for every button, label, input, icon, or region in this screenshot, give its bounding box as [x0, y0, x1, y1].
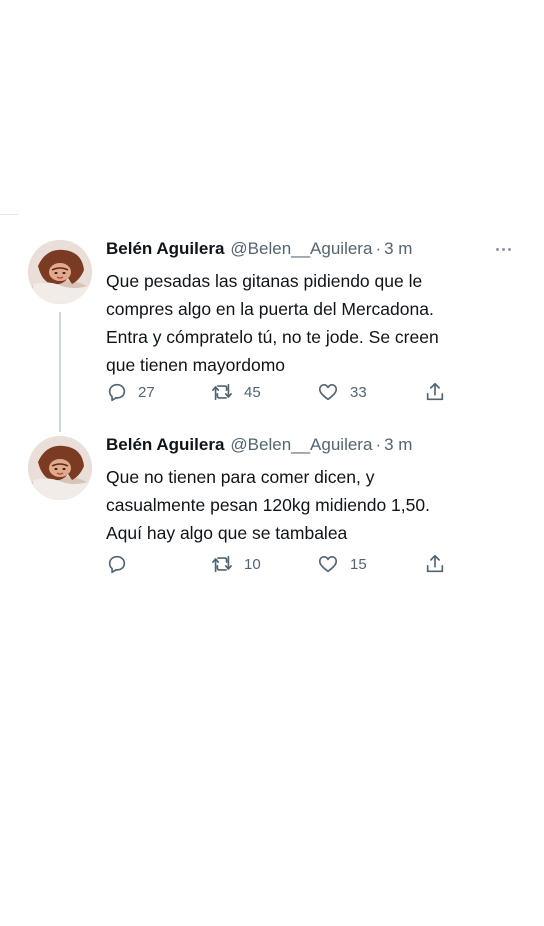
- retweet-button[interactable]: 10: [210, 550, 261, 578]
- tweet-text-line: compres algo en la puerta del Mercadona.: [106, 299, 434, 319]
- tweet-text-line: Aquí hay algo que se tambalea: [106, 523, 348, 543]
- retweet-icon: [212, 383, 232, 401]
- tweet-text-line: casualmente pesan 120kg midiendo 1,50.: [106, 495, 430, 515]
- avatar[interactable]: [28, 436, 92, 500]
- tweet[interactable]: Belén Aguilera @Belen__Aguilera · 3 m Qu…: [0, 238, 544, 438]
- tweet-body: Belén Aguilera @Belen__Aguilera · 3 m Qu…: [106, 238, 526, 379]
- more-icon[interactable]: [496, 246, 516, 252]
- tweet-header: Belén Aguilera @Belen__Aguilera · 3 m: [106, 434, 526, 456]
- retweet-icon: [212, 555, 232, 573]
- reply-count: 27: [138, 383, 155, 401]
- author-handle[interactable]: @Belen__Aguilera: [230, 434, 372, 456]
- avatar[interactable]: [28, 240, 92, 304]
- header-separator: ·: [375, 435, 382, 454]
- tweet-header: Belén Aguilera @Belen__Aguilera · 3 m: [106, 238, 526, 260]
- tweet-timestamp[interactable]: 3 m: [384, 434, 412, 456]
- tweet[interactable]: Belén Aguilera @Belen__Aguilera · 3 m Qu…: [0, 434, 544, 584]
- tweet-text: Que no tienen para comer dicen, y casual…: [106, 463, 526, 547]
- page-divider: [0, 214, 18, 215]
- tweet-text-line: que tienen mayordomo: [106, 355, 285, 375]
- retweet-count: 10: [244, 555, 261, 573]
- reply-button[interactable]: [106, 550, 138, 578]
- like-count: 33: [350, 383, 367, 401]
- tweet-actions: 10 15: [106, 550, 466, 578]
- like-button[interactable]: 15: [316, 550, 367, 578]
- author-display-name[interactable]: Belén Aguilera: [106, 434, 224, 456]
- like-icon: [318, 556, 338, 573]
- retweet-button[interactable]: 45: [210, 378, 261, 406]
- author-display-name[interactable]: Belén Aguilera: [106, 238, 224, 260]
- share-button[interactable]: [424, 550, 446, 578]
- tweet-text-line: Que pesadas las gitanas pidiendo que le: [106, 271, 423, 291]
- share-icon: [426, 382, 444, 401]
- share-button[interactable]: [424, 378, 446, 406]
- tweet-text-line: Entra y cómpratelo tú, no te jode. Se cr…: [106, 327, 439, 347]
- tweet-actions: 27 45 33: [106, 378, 466, 406]
- author-handle[interactable]: @Belen__Aguilera: [230, 238, 372, 260]
- like-count: 15: [350, 555, 367, 573]
- tweet-text-line: Que no tienen para comer dicen, y: [106, 467, 375, 487]
- avatar-image: [28, 436, 92, 500]
- tweet-body: Belén Aguilera @Belen__Aguilera · 3 m Qu…: [106, 434, 526, 547]
- avatar-image: [28, 240, 92, 304]
- share-icon: [426, 554, 444, 573]
- header-separator: ·: [375, 239, 382, 258]
- retweet-count: 45: [244, 383, 261, 401]
- like-button[interactable]: 33: [316, 378, 367, 406]
- tweet-text: Que pesadas las gitanas pidiendo que le …: [106, 267, 526, 379]
- reply-button[interactable]: 27: [106, 378, 155, 406]
- like-icon: [318, 384, 338, 401]
- reply-icon: [108, 383, 126, 402]
- tweet-timestamp[interactable]: 3 m: [384, 238, 412, 260]
- thread-connector-line: [59, 312, 61, 432]
- reply-icon: [108, 555, 126, 574]
